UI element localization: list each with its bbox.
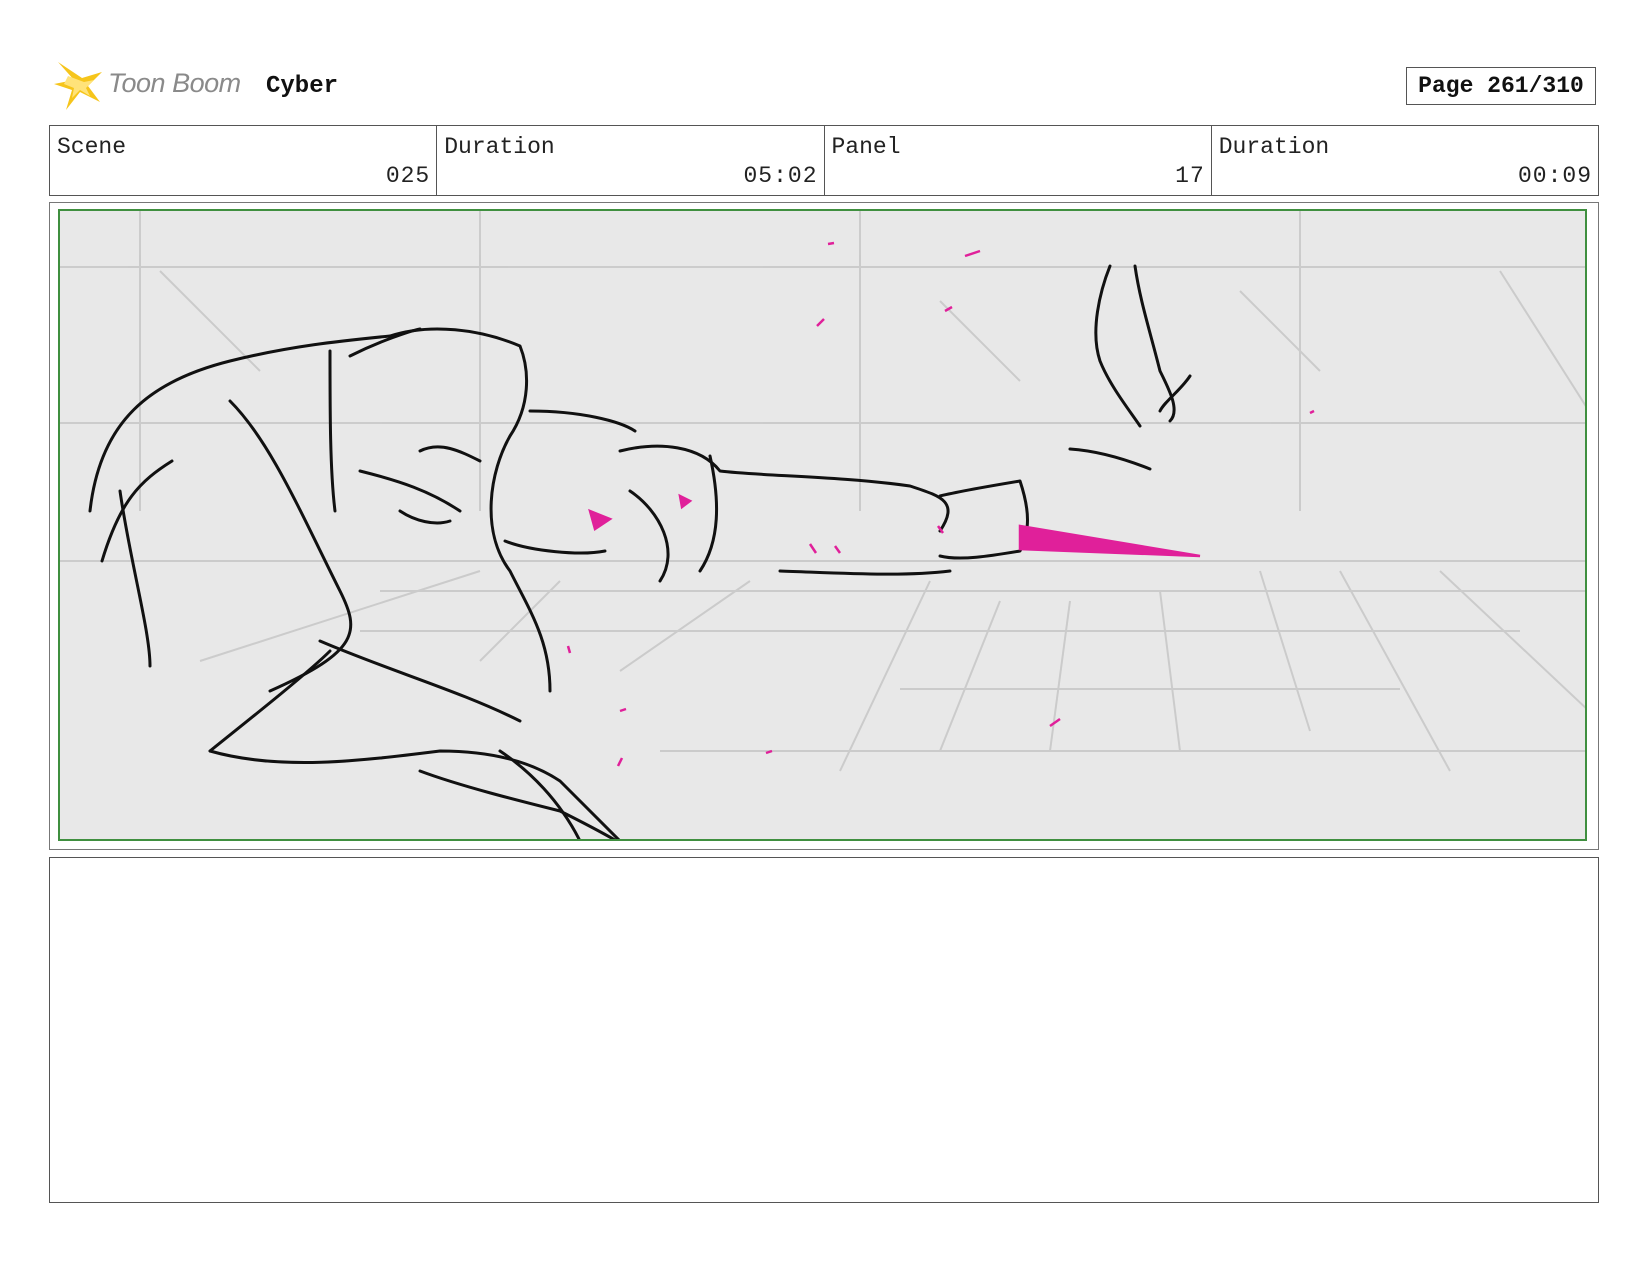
logo-text: Toon Boom [108, 68, 241, 98]
panel-label: Panel [831, 134, 901, 160]
sketch-drawing [60, 211, 1585, 839]
scene-cell: Scene 025 [50, 126, 438, 195]
notes-area [49, 857, 1599, 1203]
scene-value: 025 [385, 163, 431, 189]
character-sketch [88, 264, 1192, 839]
page-indicator: Page 261/310 [1406, 67, 1596, 105]
toon-boom-logo: Toon Boom [52, 58, 257, 112]
scene-duration-cell: Duration 05:02 [437, 126, 825, 195]
info-row: Scene 025 Duration 05:02 Panel 17 Durati… [49, 125, 1599, 196]
project-title: Cyber [266, 73, 339, 100]
starburst-icon [54, 62, 102, 110]
panel-duration-label: Duration [1218, 134, 1330, 160]
panel-frame [49, 202, 1599, 850]
panel-duration-cell: Duration 00:09 [1212, 126, 1598, 195]
scene-duration-value: 05:02 [743, 163, 818, 189]
energy-accents [566, 241, 1315, 767]
storyboard-sketch [58, 209, 1587, 841]
scene-label: Scene [57, 134, 127, 160]
scene-duration-label: Duration [444, 134, 555, 160]
panel-duration-value: 00:09 [1517, 163, 1592, 189]
panel-value: 17 [1175, 163, 1205, 189]
panel-cell: Panel 17 [825, 126, 1212, 195]
